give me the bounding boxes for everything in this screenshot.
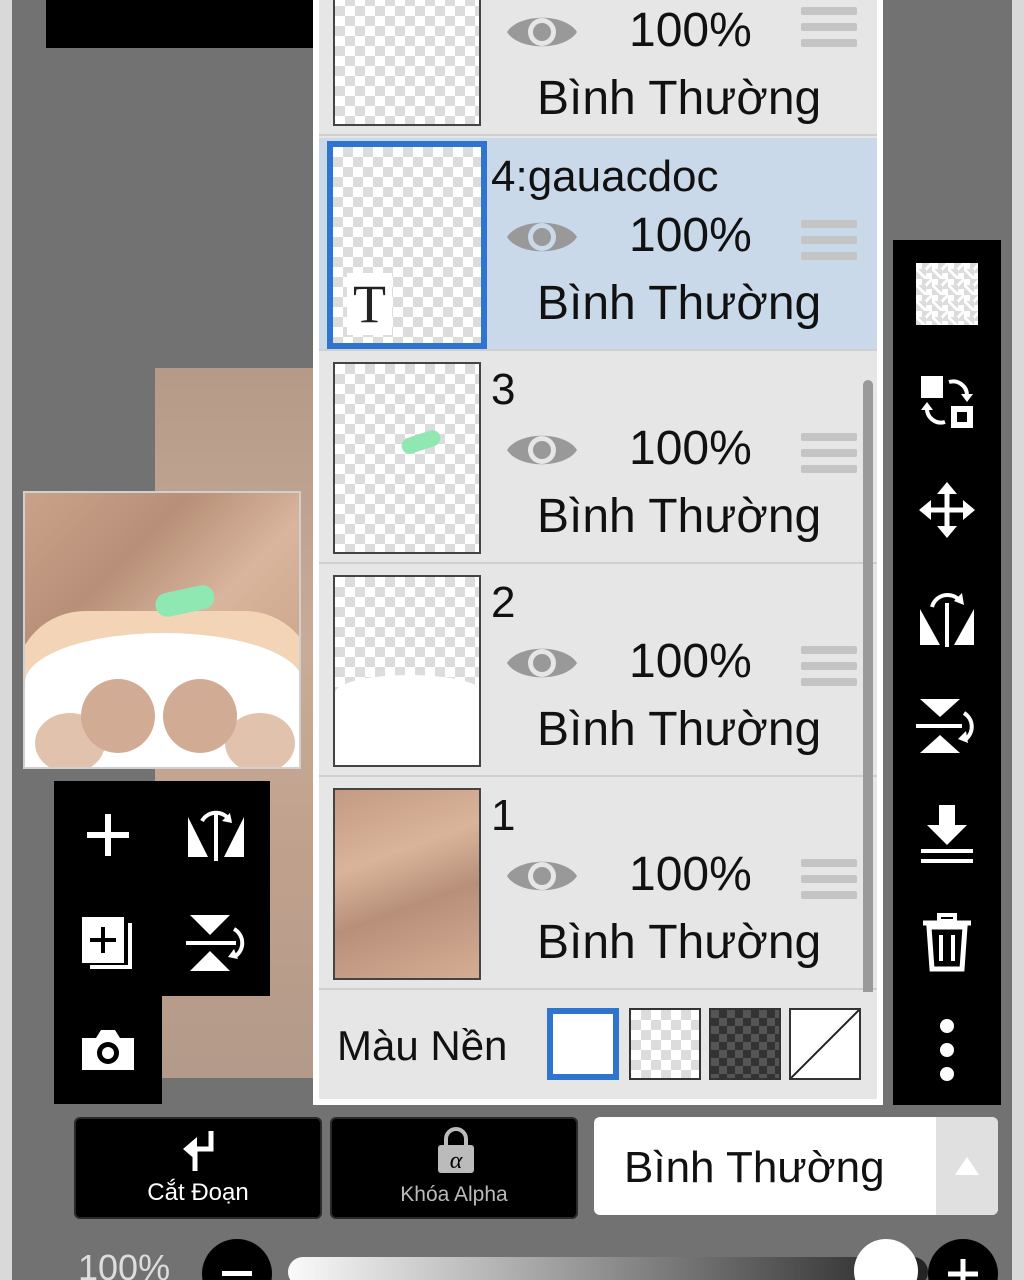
- layer-opacity: 100%: [629, 4, 752, 57]
- layer-row[interactable]: 100% Bình Thường: [319, 0, 877, 136]
- layer-blend-mode: Bình Thường: [537, 490, 822, 543]
- camera-icon: [82, 1030, 134, 1070]
- clipping-button[interactable]: Cắt Đoạn: [74, 1117, 322, 1219]
- more-vertical-icon: [940, 1019, 954, 1081]
- layer-blend-mode: Bình Thường: [537, 277, 822, 330]
- left-frame: [0, 0, 12, 1280]
- layer-name: 1: [491, 791, 516, 840]
- opacity-slider-knob[interactable]: [854, 1239, 918, 1280]
- flip-vertical-button[interactable]: [162, 889, 270, 997]
- layer-row[interactable]: 3 100% Bình Thường: [319, 351, 877, 564]
- eye-icon[interactable]: [505, 638, 579, 688]
- layer-thumbnail: [333, 575, 481, 767]
- layer-thumbnail: [333, 362, 481, 554]
- background-color-row: Màu Nền: [319, 992, 877, 1099]
- bg-swatch-transparent-dark[interactable]: [709, 1008, 781, 1080]
- layer-thumbnail: T: [327, 141, 487, 349]
- diagonal-slash-icon: [791, 1010, 859, 1078]
- triangle-up-icon: [955, 1157, 979, 1175]
- layer-blend-mode: Bình Thường: [537, 916, 822, 969]
- transparency-button[interactable]: [893, 240, 1001, 348]
- drag-handle-icon[interactable]: [801, 433, 857, 479]
- right-toolbar: [893, 240, 1001, 1105]
- layer-thumbnail: [333, 0, 481, 126]
- drag-handle-icon[interactable]: [801, 646, 857, 692]
- add-copy-layer-button[interactable]: [54, 889, 162, 997]
- flip-horizontal-button[interactable]: [162, 781, 270, 889]
- flip-horizontal-icon: [920, 593, 974, 647]
- move-button[interactable]: [893, 456, 1001, 564]
- minus-icon: [222, 1271, 252, 1276]
- layer-opacity: 100%: [629, 422, 752, 475]
- bg-swatch-white[interactable]: [547, 1008, 619, 1080]
- eye-icon[interactable]: [505, 851, 579, 901]
- checkerboard-icon: [916, 263, 978, 325]
- layer-row[interactable]: 2 100% Bình Thường: [319, 564, 877, 777]
- top-black-bar: [46, 0, 353, 48]
- opacity-value: 100%: [78, 1247, 171, 1280]
- layer-thumbnail: [333, 788, 481, 980]
- clip-arrow-icon: [183, 1131, 214, 1171]
- blend-mode-dropdown[interactable]: [936, 1117, 998, 1215]
- trash-icon: [923, 913, 971, 972]
- swap-icon: [921, 376, 973, 428]
- flip-vertical-icon: [186, 915, 245, 971]
- flip-horizontal-icon: [188, 810, 244, 861]
- background-color-label: Màu Nền: [337, 1022, 508, 1069]
- eye-icon[interactable]: [505, 212, 579, 262]
- bg-swatch-none[interactable]: [789, 1008, 861, 1080]
- clipping-label: Cắt Đoạn: [147, 1179, 249, 1206]
- layer-row[interactable]: 1 100% Bình Thường: [319, 777, 877, 990]
- alpha-lock-label: Khóa Alpha: [400, 1183, 508, 1206]
- layer-opacity: 100%: [629, 848, 752, 901]
- lock-alpha-icon: α: [438, 1127, 474, 1174]
- more-options-button[interactable]: [893, 996, 1001, 1104]
- blend-mode-value: Bình Thường: [624, 1143, 885, 1192]
- drag-handle-icon[interactable]: [801, 220, 857, 266]
- layer-name: 2: [491, 578, 516, 627]
- layer-opacity: 100%: [629, 209, 752, 262]
- camera-button[interactable]: [54, 996, 162, 1104]
- svg-text:α: α: [450, 1148, 463, 1174]
- text-layer-icon: T: [347, 273, 392, 335]
- flip-vertical-right-button[interactable]: [893, 672, 1001, 780]
- add-copy-icon: [82, 917, 132, 969]
- opacity-decrease-button[interactable]: [202, 1239, 272, 1280]
- layer-blend-mode: Bình Thường: [537, 703, 822, 756]
- plus-icon: [87, 814, 129, 856]
- right-frame: [1012, 0, 1024, 1280]
- layer-panel: 100% Bình Thường T 4:gauacdoc 100% Bình …: [313, 0, 883, 1105]
- opacity-row: 100%: [12, 1233, 1012, 1280]
- merge-down-icon: [921, 805, 973, 863]
- plus-icon: [948, 1259, 978, 1280]
- delete-layer-button[interactable]: [893, 888, 1001, 996]
- bottom-bar: Cắt Đoạn α Khóa Alpha Bình Thường 100%: [12, 1105, 1012, 1280]
- drag-handle-icon[interactable]: [801, 7, 857, 53]
- layer-blend-mode: Bình Thường: [537, 72, 822, 125]
- layer-opacity: 100%: [629, 635, 752, 688]
- add-layer-button[interactable]: [54, 781, 162, 889]
- eye-icon[interactable]: [505, 7, 579, 57]
- layer-name: 3: [491, 365, 516, 414]
- layer-scrollbar[interactable]: [863, 380, 873, 1095]
- layer-name: 4:gauacdoc: [491, 152, 719, 201]
- bg-swatch-transparent-light[interactable]: [629, 1008, 701, 1080]
- flip-horizontal-right-button[interactable]: [893, 564, 1001, 672]
- blend-mode-select[interactable]: Bình Thường: [594, 1117, 998, 1215]
- left-toolbox: [54, 781, 270, 996]
- eye-icon[interactable]: [505, 425, 579, 475]
- opacity-increase-button[interactable]: [928, 1239, 998, 1280]
- merge-down-button[interactable]: [893, 780, 1001, 888]
- opacity-slider[interactable]: [288, 1257, 928, 1280]
- swap-layer-button[interactable]: [893, 348, 1001, 456]
- canvas-preview[interactable]: [23, 491, 301, 769]
- drag-handle-icon[interactable]: [801, 859, 857, 905]
- alpha-lock-button[interactable]: α Khóa Alpha: [330, 1117, 578, 1219]
- flip-vertical-icon: [916, 699, 974, 753]
- layer-row-selected[interactable]: T 4:gauacdoc 100% Bình Thường: [319, 138, 877, 351]
- left-toolbox-camera: [54, 996, 162, 1104]
- move-icon: [919, 482, 975, 538]
